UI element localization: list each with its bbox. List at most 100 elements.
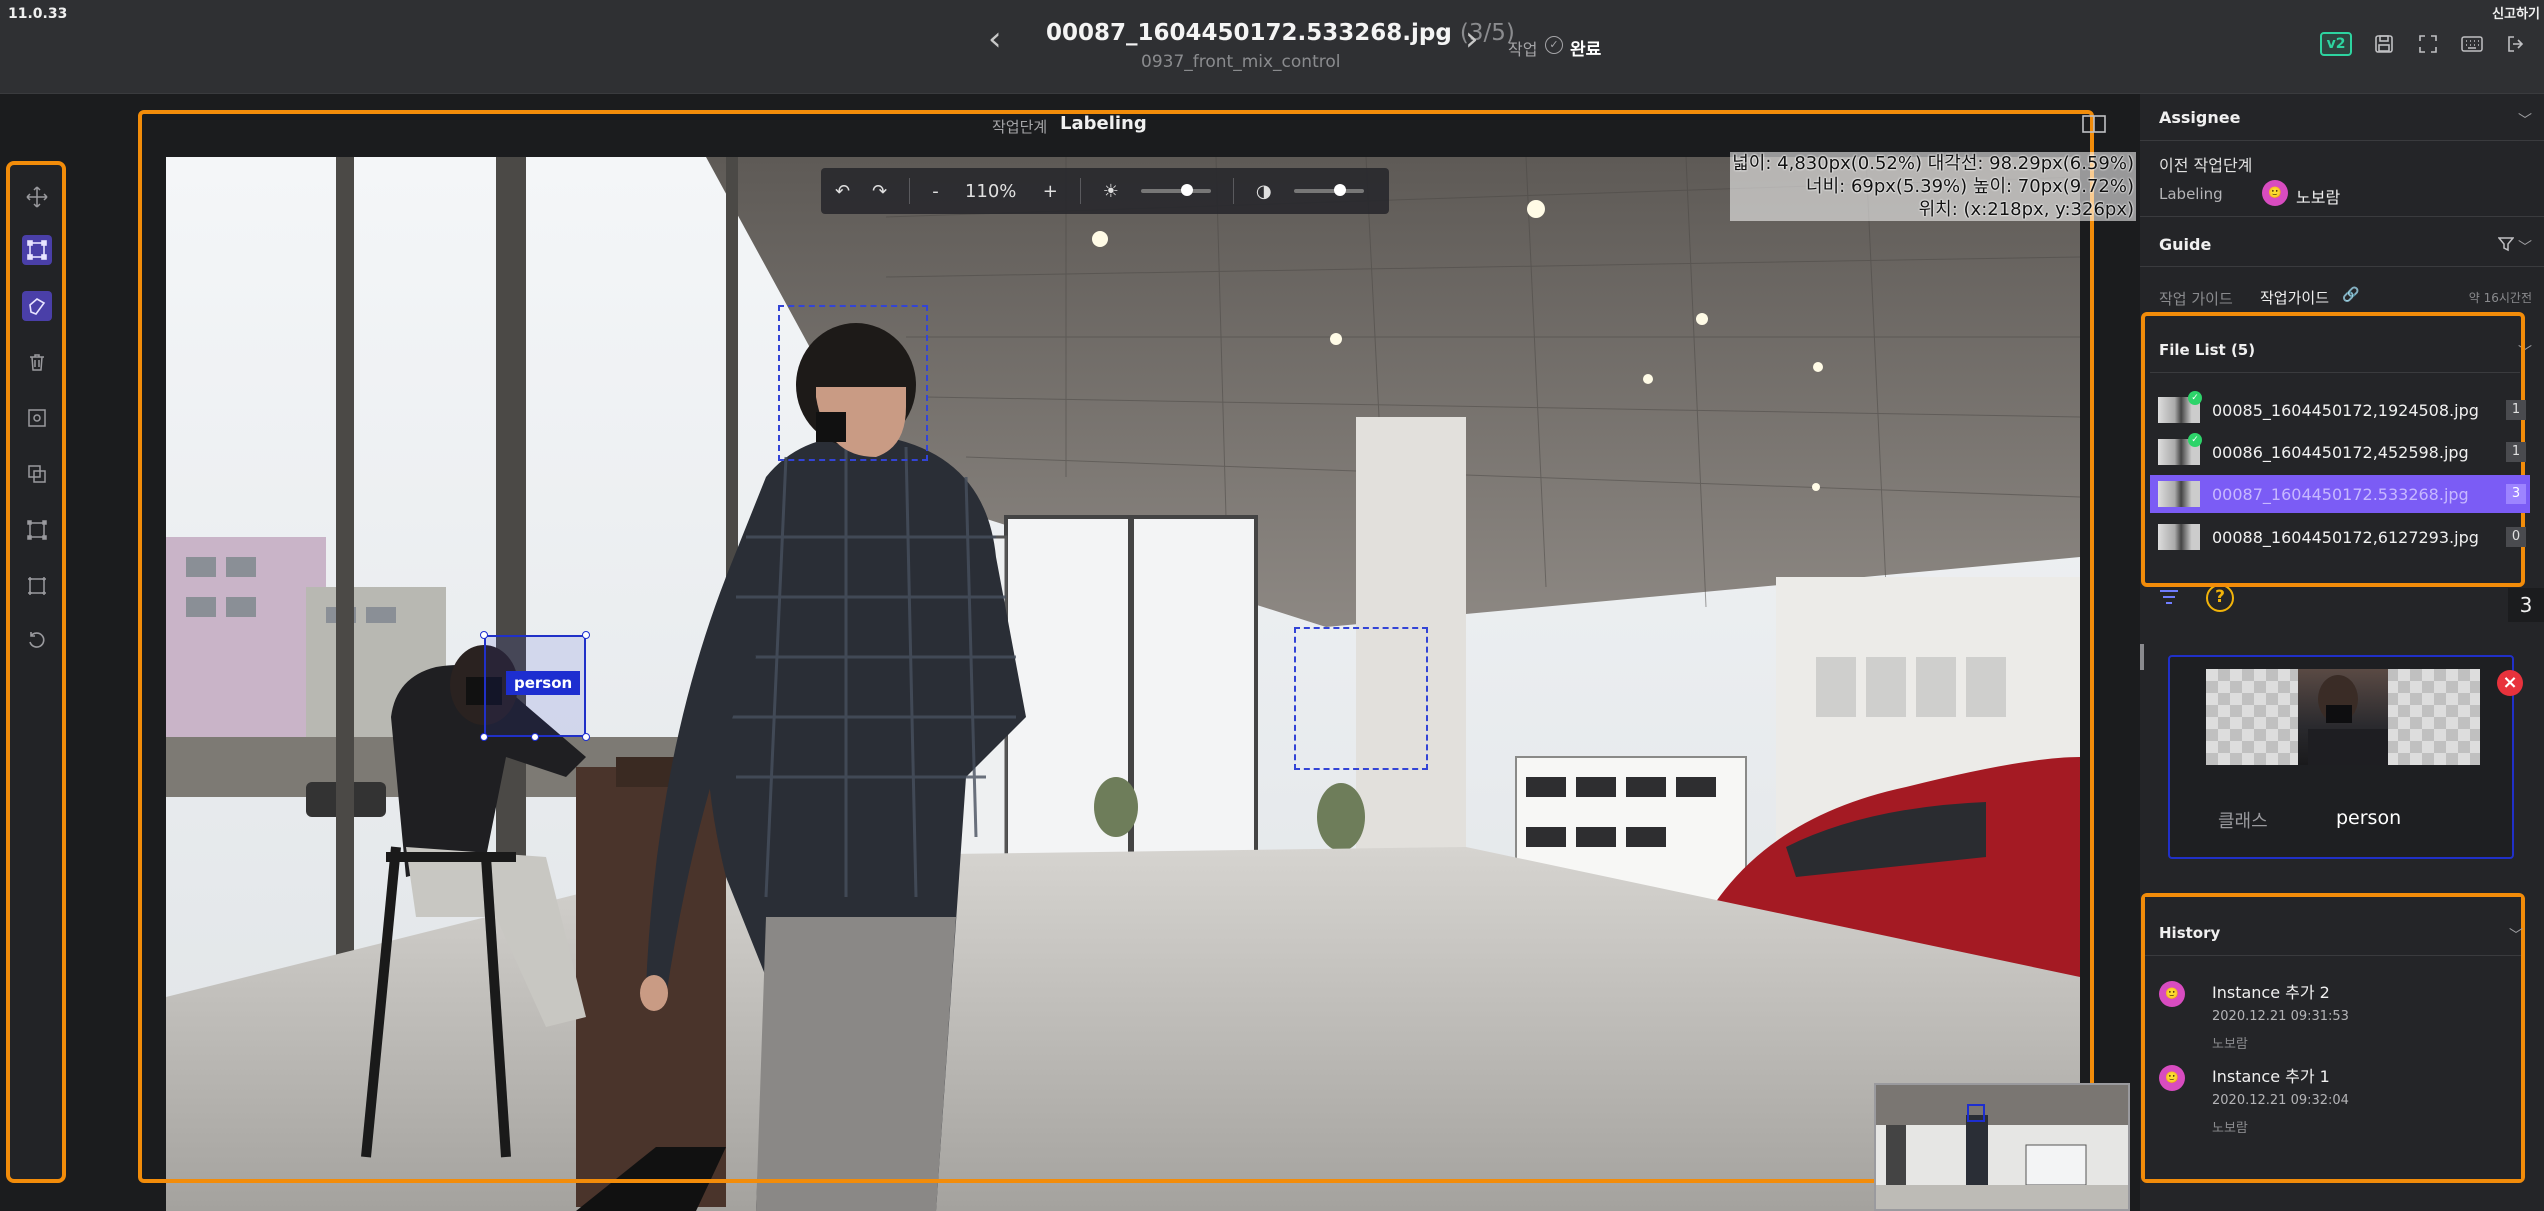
brightness-icon: ☀ <box>1102 180 1119 202</box>
info-position: 위치: (x:218px, y:326px) <box>1730 198 2136 221</box>
chevron-down-icon[interactable]: ﹀ <box>2518 110 2532 130</box>
file-name: 00087_1604450172.533268.jpg <box>1046 20 1452 46</box>
canvas-frame <box>138 110 2094 1183</box>
divider <box>2140 140 2544 141</box>
resize-handle[interactable] <box>2140 644 2144 670</box>
next-file-button[interactable]: › <box>1465 22 1479 56</box>
instance-thumbnail <box>2206 669 2480 765</box>
header-actions: v2 <box>2320 32 2528 56</box>
instance-crop <box>2298 669 2388 765</box>
prev-stage-name: Labeling <box>2159 185 2223 203</box>
instance-count: 3 <box>2508 588 2544 622</box>
file-row-name: 00086_1604450172,452598.jpg <box>2212 442 2469 462</box>
instance-class-key: 클래스 <box>2218 811 2268 832</box>
avatar: 🙂 <box>2262 180 2288 206</box>
crop-icon[interactable] <box>22 515 52 545</box>
zoom-level: 110% <box>964 180 1017 202</box>
zoom-out-button[interactable]: - <box>932 181 939 202</box>
keyboard-icon[interactable] <box>2460 32 2484 56</box>
file-row-name: 00087_1604450172.533268.jpg <box>2212 484 2469 504</box>
history-item-title: Instance 추가 2 <box>2212 983 2330 1002</box>
check-icon: ✓ <box>2188 433 2202 447</box>
brightness-slider[interactable] <box>1140 184 1211 196</box>
instance-class-value[interactable]: person <box>2336 807 2401 829</box>
info-size: 너비: 69px(5.39%) 높이: 70px(9.72%) <box>1730 175 2136 198</box>
chevron-down-icon[interactable]: ﹀ <box>2509 925 2523 945</box>
reset-icon[interactable] <box>22 625 52 655</box>
file-thumbnail: ✓ <box>2158 433 2202 465</box>
report-link[interactable]: 신고하기 <box>2492 3 2540 22</box>
polygon-icon[interactable] <box>22 291 52 321</box>
divider <box>1232 178 1234 204</box>
app-version: 11.0.33 <box>8 6 68 22</box>
bbox-icon[interactable] <box>22 235 52 265</box>
sort-icon[interactable] <box>2158 588 2182 608</box>
logout-icon[interactable] <box>2504 32 2528 56</box>
guide-time: 약 16시간전 <box>2468 291 2532 305</box>
save-icon[interactable] <box>2372 32 2396 56</box>
file-row-count: 1 <box>2506 400 2526 420</box>
file-row-name: 00085_1604450172,1924508.jpg <box>2212 400 2479 420</box>
file-row-count: 1 <box>2506 442 2526 462</box>
history-item-date: 2020.12.21 09:31:53 <box>2212 1009 2349 1024</box>
file-title: 00087_1604450172.533268.jpg (3/5) <box>1046 20 1515 46</box>
file-thumbnail <box>2158 481 2200 507</box>
stage-value: Labeling <box>1060 113 1147 134</box>
divider <box>2145 955 2521 956</box>
fullscreen-icon[interactable] <box>2416 32 2440 56</box>
copy-icon[interactable] <box>22 459 52 489</box>
file-thumbnail: ✓ <box>2158 391 2202 423</box>
history-item-user: 노보람 <box>2212 1037 2248 1052</box>
file-row-count: 0 <box>2506 527 2526 547</box>
guide-title: Guide <box>2159 235 2212 254</box>
instance-card[interactable]: 클래스 person <box>2168 655 2514 859</box>
stage-label: 작업단계 <box>992 118 1048 136</box>
guide-link[interactable]: 작업가이드 <box>2260 287 2329 308</box>
check-icon: ✓ <box>2188 391 2202 405</box>
prev-stage-title: 이전 작업단계 <box>2159 156 2253 175</box>
zoom-toolbar: ↶ ↷ - 110% + ☀ ◑ <box>821 168 1389 214</box>
tool-panel <box>6 161 66 1183</box>
close-icon[interactable]: × <box>2497 670 2523 696</box>
help-icon[interactable]: ? <box>2206 584 2234 612</box>
delete-icon[interactable] <box>22 347 52 377</box>
avatar: 🙂 <box>2159 1065 2185 1091</box>
panel-toggle-icon[interactable] <box>2082 115 2106 133</box>
contrast-slider[interactable] <box>1293 184 1364 196</box>
history-item-date: 2020.12.21 09:32:04 <box>2212 1093 2349 1108</box>
history-item-user: 노보람 <box>2212 1121 2248 1136</box>
divider <box>1079 178 1081 204</box>
chevron-down-icon[interactable]: ﹀ <box>2518 237 2532 257</box>
undo-icon[interactable]: ↶ <box>835 181 850 202</box>
expand-icon[interactable] <box>22 571 52 601</box>
divider <box>2140 266 2544 267</box>
focus-icon[interactable] <box>22 403 52 433</box>
file-row[interactable]: ✓ 00085_1604450172,1924508.jpg 1 <box>2150 391 2530 429</box>
prev-stage-user: 노보람 <box>2296 188 2341 207</box>
file-thumbnail <box>2158 524 2200 550</box>
filter-icon[interactable] <box>2497 236 2515 252</box>
history-item-title: Instance 추가 1 <box>2212 1067 2330 1086</box>
file-row-selected[interactable]: 00087_1604450172.533268.jpg 3 <box>2150 475 2530 513</box>
history-panel: History ﹀ 🙂 Instance 추가 2 2020.12.21 09:… <box>2145 897 2523 1179</box>
status-value[interactable]: 완료 <box>1570 35 1601 60</box>
file-row-name: 00088_1604450172,6127293.jpg <box>2212 527 2479 547</box>
assignee-title: Assignee <box>2159 108 2241 127</box>
status-check-icon: ✓ <box>1545 36 1563 54</box>
measurement-info: 넓이: 4,830px(0.52%) 대각선: 98.29px(6.59%) 너… <box>1730 152 2136 221</box>
top-header: 11.0.33 신고하기 ‹ 00087_1604450172.533268.j… <box>0 0 2544 94</box>
history-title: History <box>2159 924 2221 942</box>
zoom-in-button[interactable]: + <box>1043 181 1058 202</box>
redo-icon[interactable]: ↷ <box>872 181 887 202</box>
version-toggle-button[interactable]: v2 <box>2320 32 2352 56</box>
guide-label: 작업 가이드 <box>2159 290 2233 308</box>
divider <box>909 178 911 204</box>
file-row[interactable]: ✓ 00086_1604450172,452598.jpg 1 <box>2150 433 2530 471</box>
prev-file-button[interactable]: ‹ <box>988 22 1002 56</box>
contrast-icon: ◑ <box>1255 180 1272 202</box>
minimap[interactable] <box>1874 1083 2130 1211</box>
move-icon[interactable] <box>22 182 52 212</box>
file-row-count: 3 <box>2506 484 2526 504</box>
file-row[interactable]: 00088_1604450172,6127293.jpg 0 <box>2150 518 2530 556</box>
status-label: 작업 <box>1508 40 1538 59</box>
